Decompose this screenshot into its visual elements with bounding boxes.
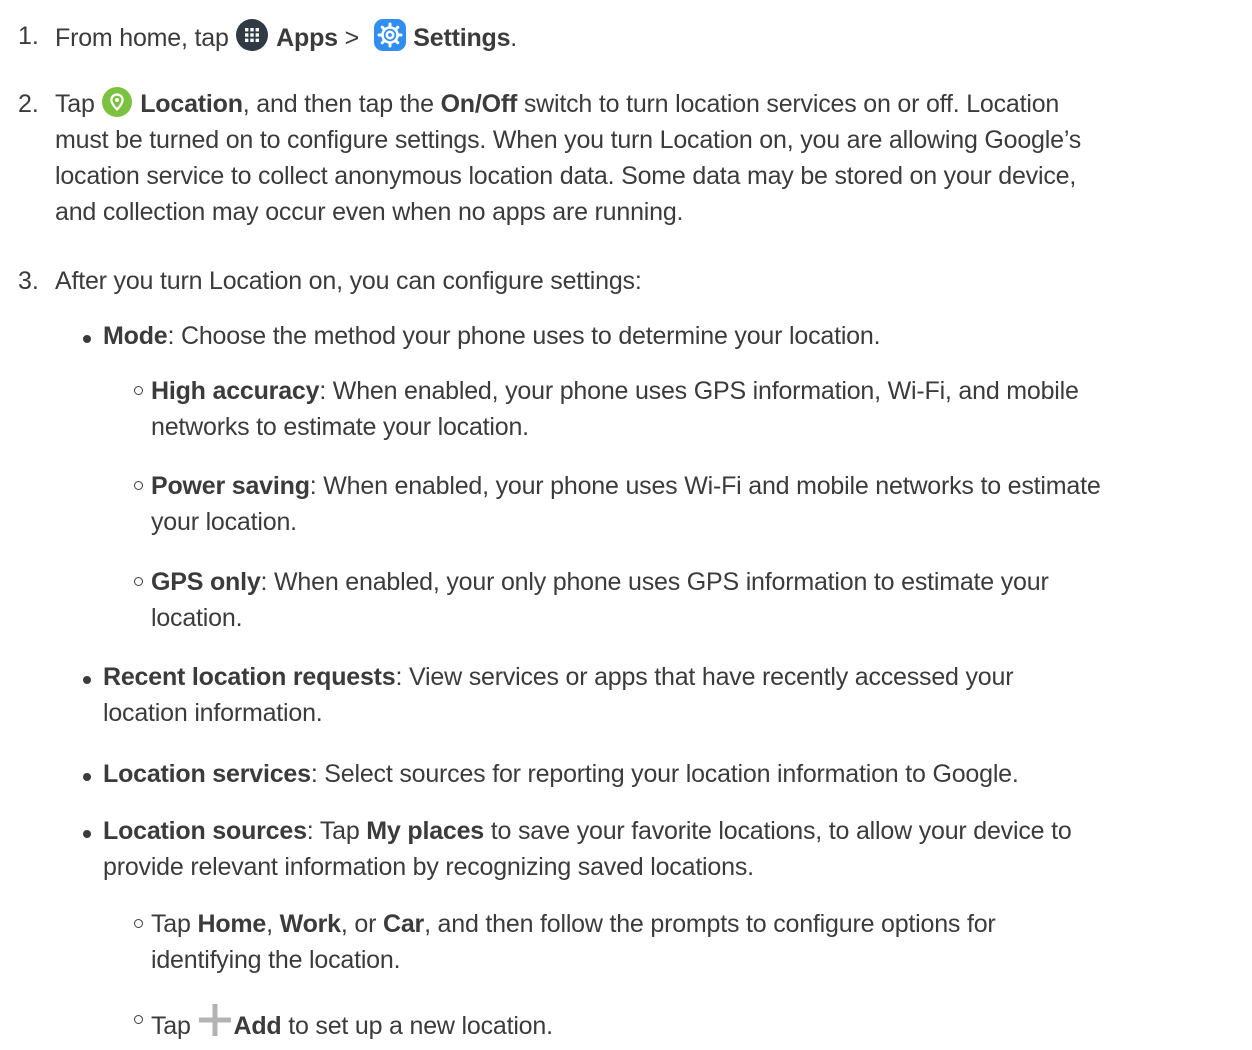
step-2-mid: , and then tap the (242, 90, 441, 118)
onoff-label: On/Off (440, 90, 518, 118)
gps-only-item: GPS only: When enabled, your only phone … (151, 564, 1241, 636)
location-services-text: : Select sources for reporting your loca… (310, 760, 1019, 788)
settings-gear-icon (373, 18, 407, 52)
car-label: Car (382, 910, 425, 938)
recent-requests-line-2: location information. (103, 699, 323, 727)
location-sources-label: Location sources (103, 817, 307, 845)
sub-bullet-marker (134, 577, 143, 586)
step-1-pre: From home, tap (55, 24, 236, 52)
sub-bullet-marker (134, 481, 143, 490)
bullet-marker (83, 676, 91, 684)
sub-bullet-marker (134, 1015, 143, 1024)
hwc-line-1-rest: , and then follow the prompts to configu… (424, 910, 996, 938)
mode-item: Mode: Choose the method your phone uses … (103, 318, 881, 354)
bullet-marker (83, 335, 91, 343)
power-saving-label: Power saving (151, 472, 310, 500)
home-label: Home (197, 910, 267, 938)
step-number-1: 1. (18, 22, 39, 50)
high-accuracy-item: High accuracy: When enabled, your phone … (151, 373, 1241, 445)
add-text: to set up a new location. (281, 1012, 553, 1040)
hwc-pre: Tap (151, 910, 198, 938)
step-number-3: 3. (18, 267, 39, 295)
step-1-text: From home, tap Apps > Settings. (55, 18, 517, 56)
location-sources-item: Location sources: Tap My places to save … (103, 813, 1248, 885)
power-saving-line-1: : When enabled, your phone uses Wi-Fi an… (309, 472, 1101, 500)
high-accuracy-label: High accuracy (151, 377, 320, 405)
step-2-line-1-rest: switch to turn location services on or o… (517, 90, 1060, 118)
gps-only-label: GPS only (151, 568, 261, 596)
step-3-text: After you turn Location on, you can conf… (55, 267, 642, 295)
recent-requests-label: Recent location requests (103, 663, 396, 691)
gps-only-line-2: location. (151, 604, 243, 632)
plus-icon (197, 1002, 233, 1038)
hwc-comma-1: , (266, 910, 280, 938)
hwc-line-2: identifying the location. (151, 946, 401, 974)
step-2-line-3: location service to collect anonymous lo… (55, 162, 1077, 190)
hwc-comma-2: , or (340, 910, 383, 938)
location-pin-icon (101, 86, 133, 118)
high-accuracy-line-2: networks to estimate your location. (151, 413, 529, 441)
mode-label: Mode (103, 322, 168, 350)
settings-label: Settings (413, 24, 511, 52)
step-2-line-4: and collection may occur even when no ap… (55, 198, 684, 226)
high-accuracy-line-1: : When enabled, your phone uses GPS info… (319, 377, 1079, 405)
step-2-text: Tap Location, and then tap the On/Off sw… (55, 86, 1245, 230)
sub-bullet-marker (134, 919, 143, 928)
step-1-sep: > (337, 24, 366, 52)
work-label: Work (279, 910, 341, 938)
step-number-2: 2. (18, 90, 39, 118)
step-2-line-1: Tap Location, and then tap the On/Off sw… (55, 86, 1245, 122)
step-1-post: . (510, 24, 518, 52)
home-work-car-item: Tap Home, Work, or Car, and then follow … (151, 906, 1241, 978)
step-2-pre: Tap (55, 90, 102, 118)
power-saving-item: Power saving: When enabled, your phone u… (151, 468, 1246, 540)
gps-only-line-1: : When enabled, your only phone uses GPS… (260, 568, 1049, 596)
location-sources-pre: : Tap (306, 817, 367, 845)
location-services-item: Location services: Select sources for re… (103, 756, 1019, 792)
location-label: Location (140, 90, 243, 118)
recent-requests-line-1: : View services or apps that have recent… (395, 663, 1014, 691)
bullet-marker (83, 830, 91, 838)
instruction-document: 1. From home, tap Apps > Settings. 2. Ta… (0, 0, 1252, 1050)
add-pre: Tap (151, 1012, 198, 1040)
power-saving-line-2: your location. (151, 508, 297, 536)
my-places-label: My places (366, 817, 485, 845)
location-services-label: Location services (103, 760, 311, 788)
apps-grid-icon (235, 18, 269, 52)
add-item: Tap Add to set up a new location. (151, 1002, 553, 1044)
bullet-marker (83, 773, 91, 781)
apps-label: Apps (276, 24, 338, 52)
location-sources-line-2: provide relevant information by recogniz… (103, 853, 754, 881)
mode-text: : Choose the method your phone uses to d… (167, 322, 881, 350)
recent-requests-item: Recent location requests: View services … (103, 659, 1243, 731)
location-sources-line-1-rest: to save your favorite locations, to allo… (484, 817, 1072, 845)
add-label: Add (233, 1012, 282, 1040)
sub-bullet-marker (134, 386, 143, 395)
step-2-line-2: must be turned on to configure settings.… (55, 126, 1082, 154)
